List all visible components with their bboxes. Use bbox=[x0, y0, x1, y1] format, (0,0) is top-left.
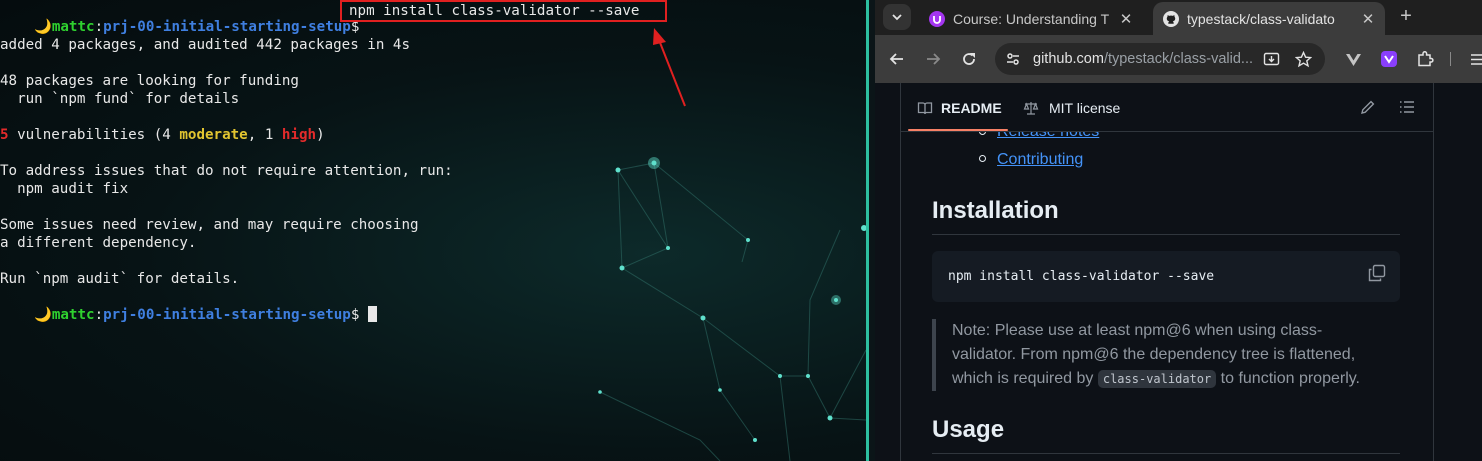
terminal-window[interactable]: 🌙mattc:prj-00-initial-starting-setup$ np… bbox=[0, 0, 866, 461]
note-line-2: validator. From npm@6 the dependency tre… bbox=[952, 346, 1356, 363]
close-icon[interactable]: ✕ bbox=[1115, 10, 1137, 28]
installation-heading: Installation bbox=[932, 197, 1059, 224]
tab-github[interactable]: typestack/class-validato ✕ bbox=[1153, 2, 1385, 35]
url-host: github.com bbox=[1033, 51, 1104, 67]
tab-license-label: MIT license bbox=[1049, 99, 1121, 116]
book-icon bbox=[917, 101, 933, 114]
vuln-text-b: , 1 bbox=[247, 127, 282, 143]
tab-strip: Course: Understanding T ✕ typestack/clas… bbox=[875, 0, 1482, 35]
toc-link-contributing[interactable]: Contributing bbox=[997, 151, 1083, 169]
outline-list-icon[interactable] bbox=[1398, 98, 1416, 116]
note-line-1: Note: Please use at least npm@6 when usi… bbox=[952, 322, 1323, 339]
copy-icon[interactable] bbox=[1368, 264, 1386, 282]
moon-icon: 🌙 bbox=[34, 307, 52, 323]
reload-button[interactable] bbox=[957, 47, 981, 71]
github-icon bbox=[1163, 10, 1179, 27]
prompt-user: mattc bbox=[51, 307, 95, 323]
output-audit-fix: npm audit fix bbox=[0, 181, 129, 197]
highlighted-command: npm install class-validator --save bbox=[340, 0, 667, 22]
output-funding: 48 packages are looking for funding bbox=[0, 73, 299, 89]
side-panel-button[interactable] bbox=[1465, 47, 1482, 71]
forward-button[interactable] bbox=[921, 47, 945, 71]
tab-readme[interactable]: README bbox=[917, 83, 1002, 132]
readme-panel: Release notes Contributing Installation … bbox=[900, 83, 1434, 461]
note-line-3a: which is required by bbox=[952, 370, 1098, 387]
tab-search-button[interactable] bbox=[883, 4, 911, 30]
output-run-audit: Run `npm audit` for details. bbox=[0, 271, 240, 287]
law-scale-icon bbox=[1023, 101, 1039, 115]
active-tab-underline bbox=[908, 129, 1008, 131]
back-icon bbox=[889, 53, 903, 65]
close-icon[interactable]: ✕ bbox=[1357, 10, 1379, 28]
prompt-separator: : bbox=[94, 19, 104, 35]
install-code-block: npm install class-validator --save bbox=[932, 251, 1400, 302]
vuln-count: 5 bbox=[0, 127, 9, 143]
prompt-line-1: 🌙mattc:prj-00-initial-starting-setup$ bbox=[0, 0, 359, 35]
output-review-1: Some issues need review, and may require… bbox=[0, 217, 419, 233]
udemy-icon bbox=[929, 10, 945, 27]
prompt-user: mattc bbox=[51, 19, 95, 35]
inline-code: class-validator bbox=[1097, 370, 1217, 388]
prompt-separator: : bbox=[94, 307, 104, 323]
output-fund-hint: run `npm fund` for details bbox=[0, 91, 240, 107]
moon-icon: 🌙 bbox=[34, 19, 52, 35]
browser-toolbar: github.com/typestack/class-valid... bbox=[875, 35, 1482, 83]
install-icon bbox=[1263, 52, 1279, 65]
readme-content: Release notes Contributing Installation … bbox=[901, 83, 1433, 461]
back-button[interactable] bbox=[885, 47, 909, 71]
prompt-path: prj-00-initial-starting-setup bbox=[103, 307, 351, 323]
vuln-moderate: moderate bbox=[179, 127, 248, 143]
github-page[interactable]: Release notes Contributing Installation … bbox=[875, 83, 1482, 461]
extension-icon bbox=[1381, 51, 1397, 67]
output-address: To address issues that do not require at… bbox=[0, 163, 453, 179]
prompt-path: prj-00-initial-starting-setup bbox=[103, 19, 351, 35]
site-info-icon[interactable] bbox=[1005, 51, 1021, 67]
tab-license[interactable]: MIT license bbox=[1023, 83, 1120, 132]
vuln-high: high bbox=[281, 127, 317, 143]
list-bullet bbox=[979, 155, 986, 162]
url-path: /typestack/class-valid... bbox=[1103, 51, 1254, 67]
note-line-3b: to function properly. bbox=[1216, 370, 1360, 387]
tab-course-title: Course: Understanding T bbox=[953, 10, 1110, 27]
side-panel-icon bbox=[1470, 53, 1482, 65]
vuln-text-c: ) bbox=[316, 127, 325, 143]
tab-course[interactable]: Course: Understanding T ✕ bbox=[919, 2, 1143, 35]
install-app-button[interactable] bbox=[1259, 47, 1283, 71]
install-command: npm install class-validator --save bbox=[948, 269, 1215, 284]
prompt-dollar: $ bbox=[350, 307, 360, 323]
note-line-3: which is required by class-validator to … bbox=[952, 367, 1400, 391]
prompt-line-2[interactable]: 🌙mattc:prj-00-initial-starting-setup$ bbox=[0, 288, 378, 323]
output-review-2: a different dependency. bbox=[0, 235, 197, 251]
reload-icon bbox=[963, 53, 975, 65]
pencil-icon[interactable] bbox=[1359, 98, 1377, 116]
star-icon bbox=[1294, 50, 1312, 67]
toolbar-separator bbox=[1450, 52, 1451, 66]
tab-readme-label: README bbox=[941, 99, 1002, 116]
output-added: added 4 packages, and audited 442 packag… bbox=[0, 37, 410, 53]
chevron-down-icon bbox=[892, 14, 902, 21]
bookmark-button[interactable] bbox=[1291, 47, 1315, 71]
usage-heading: Usage bbox=[932, 416, 1005, 443]
terminal-cursor bbox=[368, 306, 378, 322]
extension-icon bbox=[1345, 53, 1361, 66]
annotation-arrow bbox=[653, 28, 686, 107]
purple-extension-button[interactable] bbox=[1377, 47, 1401, 71]
tab-github-title: typestack/class-validato bbox=[1187, 10, 1335, 27]
note-blockquote: Note: Please use at least npm@6 when usi… bbox=[932, 319, 1400, 391]
extensions-puzzle-icon bbox=[1418, 50, 1434, 67]
output-vulnerabilities: 5 vulnerabilities (4 moderate, 1 high) bbox=[0, 126, 325, 144]
readme-tabs-header: README MIT license bbox=[901, 83, 1433, 132]
command-text: npm install class-validator --save bbox=[349, 3, 640, 19]
vue-devtools-button[interactable] bbox=[1341, 47, 1365, 71]
heading-rule bbox=[932, 453, 1400, 454]
forward-icon bbox=[927, 53, 941, 65]
browser-window[interactable]: Course: Understanding T ✕ typestack/clas… bbox=[875, 0, 1482, 461]
new-tab-button[interactable]: + bbox=[1395, 5, 1417, 27]
heading-rule bbox=[932, 234, 1400, 235]
vuln-text-a: vulnerabilities (4 bbox=[8, 127, 180, 143]
extensions-button[interactable] bbox=[1413, 47, 1437, 71]
